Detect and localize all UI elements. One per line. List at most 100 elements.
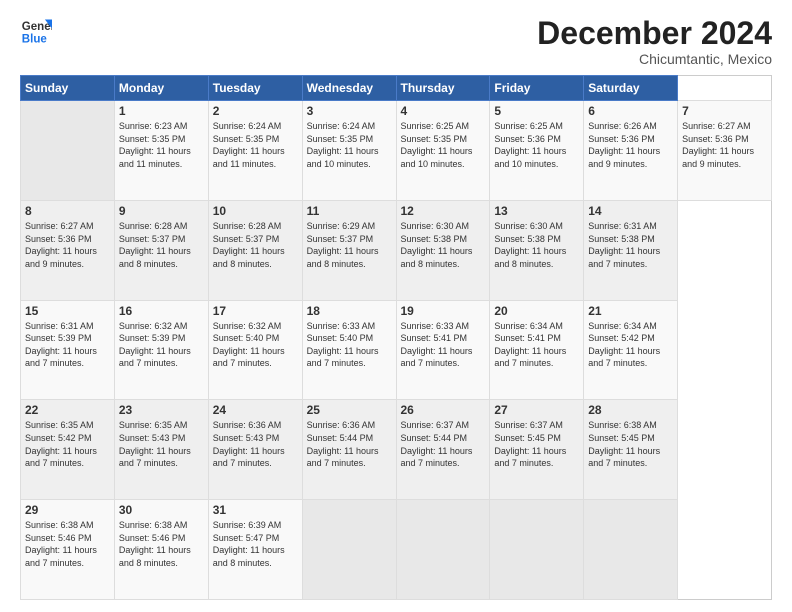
calendar-cell: 22Sunrise: 6:35 AMSunset: 5:42 PMDayligh… xyxy=(21,400,115,500)
cell-info: Sunrise: 6:27 AMSunset: 5:36 PMDaylight:… xyxy=(25,220,110,270)
calendar-table: SundayMondayTuesdayWednesdayThursdayFrid… xyxy=(20,75,772,600)
calendar-cell: 31 Sunrise: 6:39 AMSunset: 5:47 PMDayligh… xyxy=(208,500,302,600)
calendar-cell: 25Sunrise: 6:36 AMSunset: 5:44 PMDayligh… xyxy=(302,400,396,500)
cell-info: Sunrise: 6:34 AMSunset: 5:41 PMDaylight:… xyxy=(494,320,579,370)
day-number: 17 xyxy=(213,304,298,318)
day-number: 31 xyxy=(213,503,298,517)
day-number: 1 xyxy=(119,104,204,118)
svg-text:General: General xyxy=(22,21,52,33)
day-number: 19 xyxy=(401,304,486,318)
day-number: 23 xyxy=(119,403,204,417)
calendar-week-row: 22Sunrise: 6:35 AMSunset: 5:42 PMDayligh… xyxy=(21,400,772,500)
cell-info: Sunrise: 6:33 AMSunset: 5:41 PMDaylight:… xyxy=(401,320,486,370)
calendar-cell: 23 Sunrise: 6:35 AMSunset: 5:43 PMDayligh… xyxy=(114,400,208,500)
calendar-cell: 18Sunrise: 6:33 AMSunset: 5:40 PMDayligh… xyxy=(302,300,396,400)
day-number: 12 xyxy=(401,204,486,218)
calendar-cell: 27Sunrise: 6:37 AMSunset: 5:45 PMDayligh… xyxy=(490,400,584,500)
cell-info: Sunrise: 6:35 AMSunset: 5:42 PMDaylight:… xyxy=(25,419,110,469)
cell-info: Sunrise: 6:24 AMSunset: 5:35 PMDaylight:… xyxy=(213,120,298,170)
calendar-cell: 1 Sunrise: 6:23 AMSunset: 5:35 PMDaylight… xyxy=(114,101,208,201)
day-number: 26 xyxy=(401,403,486,417)
calendar-cell: 30 Sunrise: 6:38 AMSunset: 5:46 PMDayligh… xyxy=(114,500,208,600)
day-header-friday: Friday xyxy=(490,76,584,101)
calendar-cell: 20 Sunrise: 6:34 AMSunset: 5:41 PMDayligh… xyxy=(490,300,584,400)
cell-info: Sunrise: 6:29 AMSunset: 5:37 PMDaylight:… xyxy=(307,220,392,270)
day-number: 24 xyxy=(213,403,298,417)
day-number: 15 xyxy=(25,304,110,318)
cell-info: Sunrise: 6:37 AMSunset: 5:44 PMDaylight:… xyxy=(401,419,486,469)
calendar-cell: 7Sunrise: 6:27 AMSunset: 5:36 PMDaylight… xyxy=(678,101,772,201)
day-number: 6 xyxy=(588,104,673,118)
title-block: December 2024 Chicumtantic, Mexico xyxy=(537,16,772,67)
cell-info: Sunrise: 6:38 AMSunset: 5:46 PMDaylight:… xyxy=(119,519,204,569)
day-number: 8 xyxy=(25,204,110,218)
empty-cell xyxy=(21,101,115,201)
calendar-week-row: 29 Sunrise: 6:38 AMSunset: 5:46 PMDayligh… xyxy=(21,500,772,600)
calendar-cell xyxy=(490,500,584,600)
calendar-cell: 6 Sunrise: 6:26 AMSunset: 5:36 PMDaylight… xyxy=(584,101,678,201)
cell-info: Sunrise: 6:38 AMSunset: 5:46 PMDaylight:… xyxy=(25,519,110,569)
calendar-cell xyxy=(302,500,396,600)
cell-info: Sunrise: 6:28 AMSunset: 5:37 PMDaylight:… xyxy=(119,220,204,270)
cell-info: Sunrise: 6:39 AMSunset: 5:47 PMDaylight:… xyxy=(213,519,298,569)
calendar-cell: 8 Sunrise: 6:27 AMSunset: 5:36 PMDaylight… xyxy=(21,200,115,300)
day-number: 7 xyxy=(682,104,767,118)
calendar-cell: 17 Sunrise: 6:32 AMSunset: 5:40 PMDayligh… xyxy=(208,300,302,400)
day-number: 20 xyxy=(494,304,579,318)
day-header-monday: Monday xyxy=(114,76,208,101)
calendar-week-row: 8 Sunrise: 6:27 AMSunset: 5:36 PMDaylight… xyxy=(21,200,772,300)
calendar-header-row: SundayMondayTuesdayWednesdayThursdayFrid… xyxy=(21,76,772,101)
day-number: 14 xyxy=(588,204,673,218)
cell-info: Sunrise: 6:36 AMSunset: 5:43 PMDaylight:… xyxy=(213,419,298,469)
cell-info: Sunrise: 6:35 AMSunset: 5:43 PMDaylight:… xyxy=(119,419,204,469)
calendar-cell: 11 Sunrise: 6:29 AMSunset: 5:37 PMDayligh… xyxy=(302,200,396,300)
day-number: 11 xyxy=(307,204,392,218)
day-number: 16 xyxy=(119,304,204,318)
calendar-cell: 5Sunrise: 6:25 AMSunset: 5:36 PMDaylight… xyxy=(490,101,584,201)
calendar-cell: 12 Sunrise: 6:30 AMSunset: 5:38 PMDayligh… xyxy=(396,200,490,300)
cell-info: Sunrise: 6:31 AMSunset: 5:39 PMDaylight:… xyxy=(25,320,110,370)
day-number: 5 xyxy=(494,104,579,118)
cell-info: Sunrise: 6:26 AMSunset: 5:36 PMDaylight:… xyxy=(588,120,673,170)
cell-info: Sunrise: 6:25 AMSunset: 5:35 PMDaylight:… xyxy=(401,120,486,170)
calendar-cell xyxy=(584,500,678,600)
day-number: 29 xyxy=(25,503,110,517)
day-number: 21 xyxy=(588,304,673,318)
month-year-title: December 2024 xyxy=(537,16,772,51)
day-header-thursday: Thursday xyxy=(396,76,490,101)
cell-info: Sunrise: 6:30 AMSunset: 5:38 PMDaylight:… xyxy=(401,220,486,270)
calendar-cell: 3Sunrise: 6:24 AMSunset: 5:35 PMDaylight… xyxy=(302,101,396,201)
cell-info: Sunrise: 6:36 AMSunset: 5:44 PMDaylight:… xyxy=(307,419,392,469)
cell-info: Sunrise: 6:34 AMSunset: 5:42 PMDaylight:… xyxy=(588,320,673,370)
cell-info: Sunrise: 6:32 AMSunset: 5:40 PMDaylight:… xyxy=(213,320,298,370)
day-number: 10 xyxy=(213,204,298,218)
cell-info: Sunrise: 6:24 AMSunset: 5:35 PMDaylight:… xyxy=(307,120,392,170)
calendar-cell: 10Sunrise: 6:28 AMSunset: 5:37 PMDayligh… xyxy=(208,200,302,300)
cell-info: Sunrise: 6:31 AMSunset: 5:38 PMDaylight:… xyxy=(588,220,673,270)
calendar-cell xyxy=(396,500,490,600)
svg-text:Blue: Blue xyxy=(22,34,48,46)
calendar-cell: 19 Sunrise: 6:33 AMSunset: 5:41 PMDayligh… xyxy=(396,300,490,400)
logo-icon: General Blue xyxy=(20,16,52,48)
day-number: 27 xyxy=(494,403,579,417)
day-number: 4 xyxy=(401,104,486,118)
day-number: 13 xyxy=(494,204,579,218)
calendar-cell: 14 Sunrise: 6:31 AMSunset: 5:38 PMDayligh… xyxy=(584,200,678,300)
calendar-cell: 28 Sunrise: 6:38 AMSunset: 5:45 PMDayligh… xyxy=(584,400,678,500)
calendar-week-row: 1 Sunrise: 6:23 AMSunset: 5:35 PMDaylight… xyxy=(21,101,772,201)
calendar-cell: 13Sunrise: 6:30 AMSunset: 5:38 PMDayligh… xyxy=(490,200,584,300)
calendar-cell: 9 Sunrise: 6:28 AMSunset: 5:37 PMDaylight… xyxy=(114,200,208,300)
day-number: 28 xyxy=(588,403,673,417)
page-header: General Blue December 2024 Chicumtantic,… xyxy=(20,16,772,67)
day-number: 9 xyxy=(119,204,204,218)
cell-info: Sunrise: 6:23 AMSunset: 5:35 PMDaylight:… xyxy=(119,120,204,170)
calendar-cell: 16Sunrise: 6:32 AMSunset: 5:39 PMDayligh… xyxy=(114,300,208,400)
calendar-cell: 29 Sunrise: 6:38 AMSunset: 5:46 PMDayligh… xyxy=(21,500,115,600)
logo: General Blue xyxy=(20,16,52,48)
day-header-wednesday: Wednesday xyxy=(302,76,396,101)
calendar-page: General Blue December 2024 Chicumtantic,… xyxy=(0,0,792,612)
day-number: 30 xyxy=(119,503,204,517)
day-number: 18 xyxy=(307,304,392,318)
calendar-cell: 4 Sunrise: 6:25 AMSunset: 5:35 PMDaylight… xyxy=(396,101,490,201)
cell-info: Sunrise: 6:38 AMSunset: 5:45 PMDaylight:… xyxy=(588,419,673,469)
